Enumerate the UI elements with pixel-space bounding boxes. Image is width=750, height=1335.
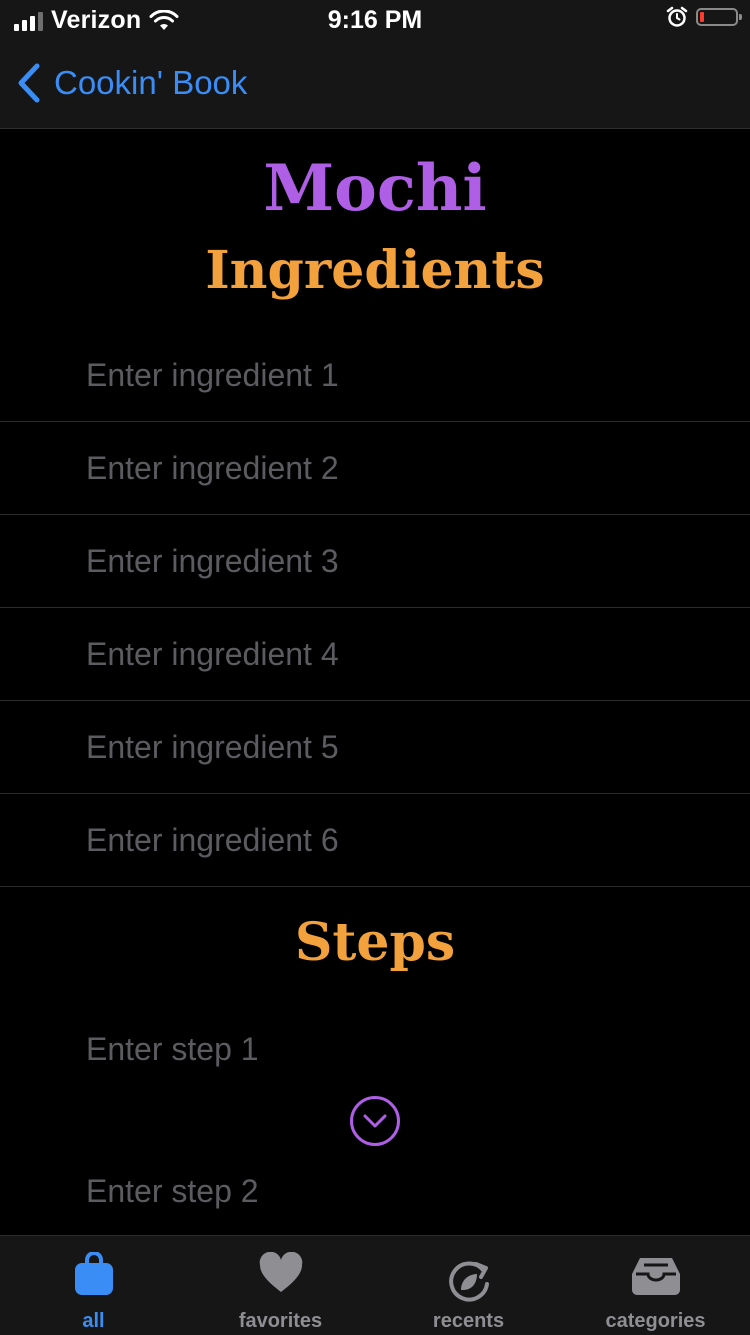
list-item bbox=[0, 794, 750, 887]
battery-icon bbox=[696, 8, 742, 26]
chevron-down-circle-icon[interactable] bbox=[349, 1095, 401, 1147]
navigation-bar: Cookin' Book bbox=[0, 40, 750, 129]
status-right bbox=[666, 6, 742, 28]
recipe-title: Mochi bbox=[263, 151, 487, 226]
status-bar: Verizon 9:16 PM bbox=[0, 0, 750, 40]
ingredient-1-input[interactable] bbox=[86, 329, 706, 421]
chevron-left-icon bbox=[18, 63, 40, 103]
tab-recents[interactable]: recents bbox=[375, 1236, 562, 1335]
ingredient-6-input[interactable] bbox=[86, 794, 706, 886]
step-2-input[interactable] bbox=[86, 1145, 706, 1237]
tab-favorites[interactable]: favorites bbox=[187, 1236, 374, 1335]
step-item bbox=[0, 1145, 750, 1237]
back-label: Cookin' Book bbox=[54, 64, 248, 101]
tab-label: favorites bbox=[238, 1310, 323, 1332]
steps-heading: Steps bbox=[294, 912, 456, 973]
list-item bbox=[0, 329, 750, 422]
ingredient-3-input[interactable] bbox=[86, 515, 706, 607]
tab-label: all bbox=[82, 1310, 105, 1332]
list-item bbox=[0, 701, 750, 794]
back-button[interactable]: Cookin' Book bbox=[16, 62, 247, 104]
step-1-input[interactable] bbox=[86, 1003, 706, 1095]
list-item bbox=[0, 422, 750, 515]
recipe-editor: Mochi Ingredients Steps bbox=[0, 129, 750, 1237]
alarm-icon bbox=[666, 6, 688, 27]
tray-icon bbox=[631, 1258, 680, 1295]
ingredient-5-input[interactable] bbox=[86, 701, 706, 793]
tab-all[interactable]: all bbox=[0, 1236, 187, 1335]
tab-bar: all favorites recents categories bbox=[0, 1235, 750, 1335]
ingredient-4-input[interactable] bbox=[86, 608, 706, 700]
heart-icon bbox=[259, 1252, 302, 1292]
ingredients-list bbox=[0, 329, 750, 887]
bag-icon bbox=[74, 1252, 113, 1295]
ingredients-heading: Ingredients bbox=[205, 240, 545, 301]
tab-label: recents bbox=[432, 1310, 505, 1332]
list-item bbox=[0, 608, 750, 701]
clock: 9:16 PM bbox=[327, 6, 423, 34]
step-item bbox=[0, 1003, 750, 1095]
refresh-leaf-icon bbox=[448, 1261, 489, 1302]
tab-label: categories bbox=[605, 1310, 706, 1332]
list-item bbox=[0, 515, 750, 608]
tab-categories[interactable]: categories bbox=[562, 1236, 749, 1335]
ingredient-2-input[interactable] bbox=[86, 422, 706, 514]
